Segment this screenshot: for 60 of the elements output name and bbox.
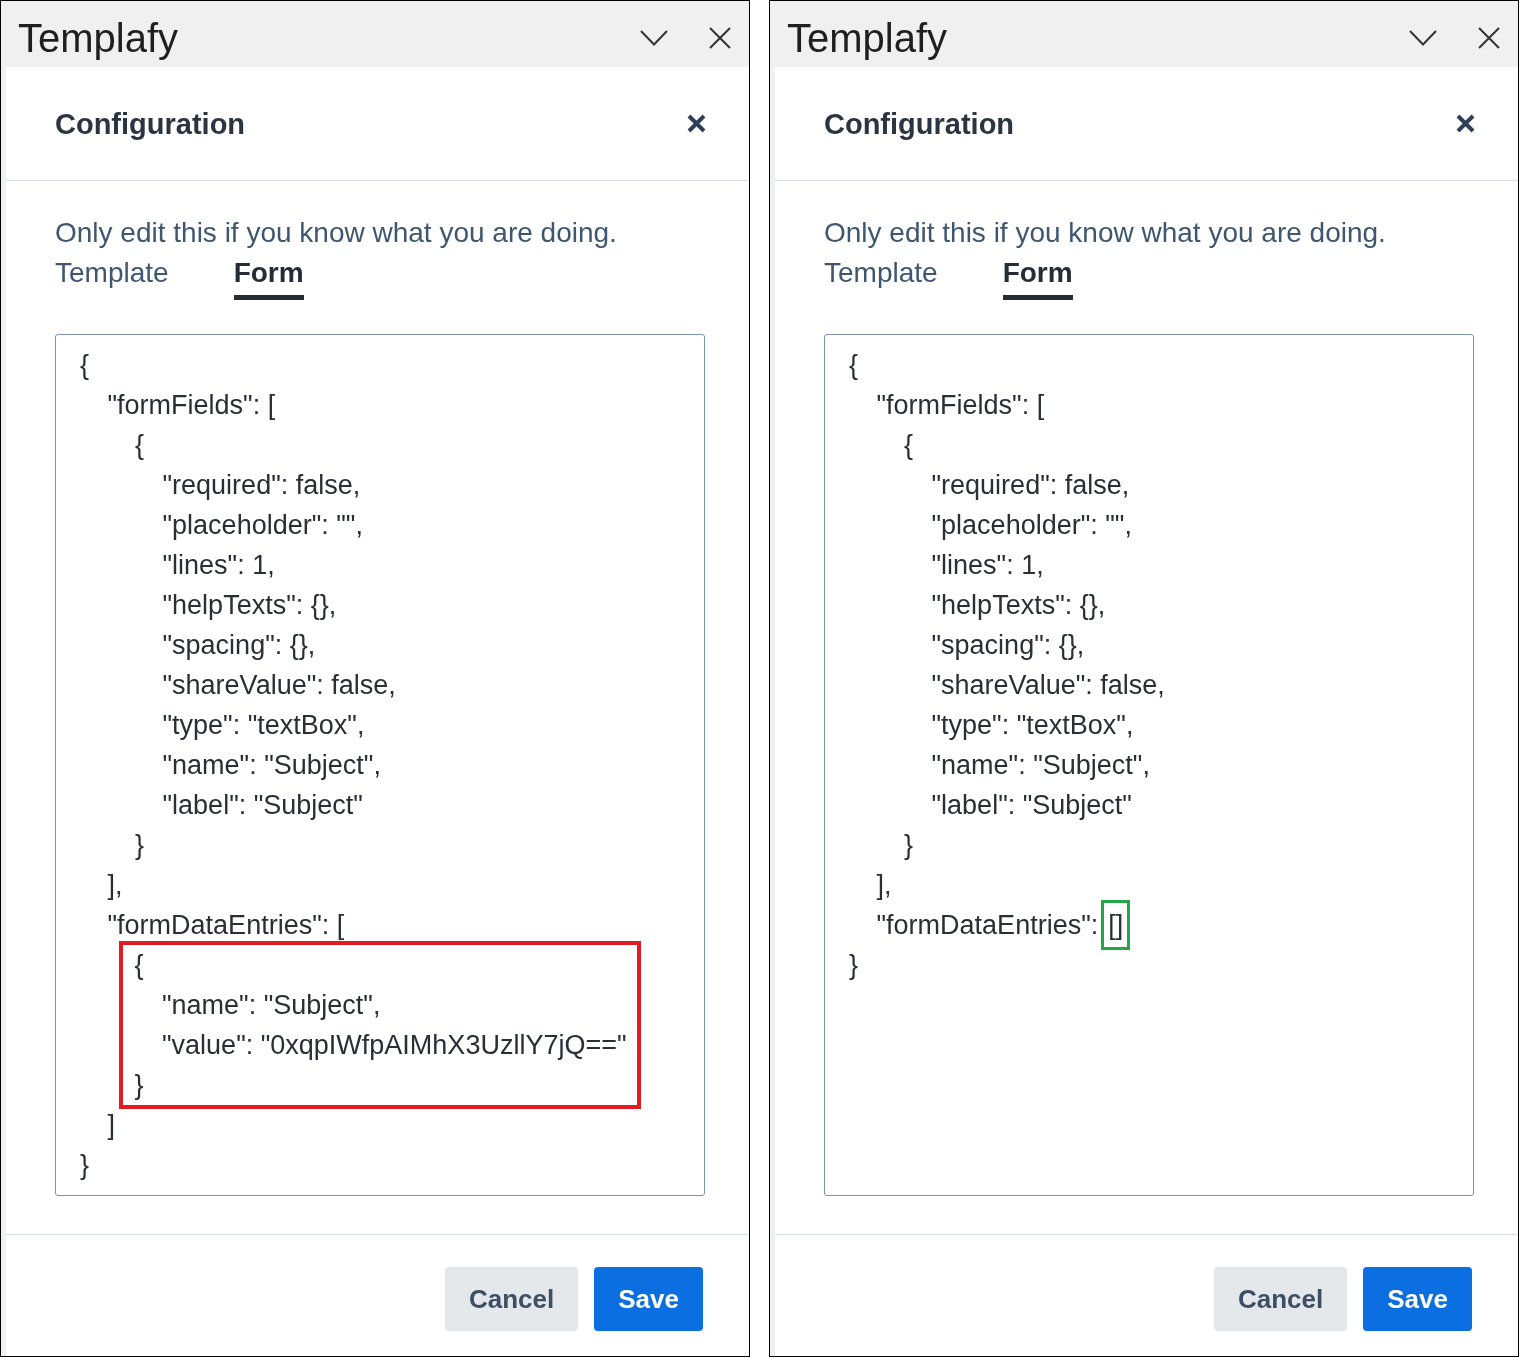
instruction-text: Only edit this if you know what you are doing. bbox=[824, 218, 1387, 248]
cancel-button[interactable]: Cancel bbox=[445, 1267, 579, 1331]
code-line: "label": "Subject" bbox=[162, 790, 363, 820]
code-line: { bbox=[849, 350, 859, 380]
close-icon[interactable] bbox=[1456, 114, 1475, 133]
code-line: "formFields": [ bbox=[876, 390, 1045, 420]
code-line: "name": "Subject", bbox=[931, 750, 1150, 780]
code-line: } bbox=[134, 1070, 144, 1100]
code-line: "spacing": {}, bbox=[162, 630, 316, 660]
code-line: { bbox=[904, 430, 914, 460]
save-button[interactable]: Save bbox=[594, 1267, 703, 1331]
app-title: Templafy bbox=[18, 15, 180, 62]
dialog-title: Configuration bbox=[55, 106, 246, 142]
code-line: ], bbox=[107, 870, 123, 900]
chevron-down-icon[interactable] bbox=[640, 30, 668, 46]
code-line: "placeholder": "", bbox=[931, 510, 1132, 540]
code-line: { bbox=[135, 430, 145, 460]
code-line: "formDataEntries": [ bbox=[107, 910, 345, 940]
code-line: "helpTexts": {}, bbox=[931, 590, 1106, 620]
instruction-text: Only edit this if you know what you are doing. bbox=[55, 218, 618, 248]
code-line: "label": "Subject" bbox=[931, 790, 1132, 820]
cancel-button[interactable]: Cancel bbox=[1214, 1267, 1348, 1331]
code-line: "formFields": [ bbox=[107, 390, 276, 420]
code-line: "name": "Subject", bbox=[162, 990, 381, 1020]
code-line: "type": "textBox", bbox=[931, 710, 1134, 740]
code-line: "lines": 1, bbox=[162, 550, 275, 580]
code-line: "required": false, bbox=[162, 470, 361, 500]
save-button[interactable]: Save bbox=[1363, 1267, 1472, 1331]
tab[interactable]: Form bbox=[1002, 258, 1073, 300]
code-line: "spacing": {}, bbox=[931, 630, 1085, 660]
chevron-down-icon[interactable] bbox=[1409, 30, 1437, 46]
code-line: } bbox=[135, 830, 145, 860]
code-line: { bbox=[134, 950, 144, 980]
code-line: "shareValue": false, bbox=[162, 670, 396, 700]
code-token: [] bbox=[1108, 910, 1124, 940]
code-editor[interactable] bbox=[824, 334, 1474, 1196]
code-line: "required": false, bbox=[931, 470, 1130, 500]
code-editor[interactable] bbox=[55, 334, 705, 1196]
code-line: "type": "textBox", bbox=[162, 710, 365, 740]
tab[interactable]: Form bbox=[233, 258, 304, 300]
close-icon[interactable] bbox=[1478, 27, 1500, 49]
tab[interactable]: Template bbox=[55, 258, 169, 300]
code-line: "name": "Subject", bbox=[162, 750, 381, 780]
code-line: "shareValue": false, bbox=[931, 670, 1165, 700]
tab[interactable]: Template bbox=[824, 258, 938, 300]
dialog-title: Configuration bbox=[824, 106, 1015, 142]
app-title: Templafy bbox=[787, 15, 949, 62]
code-line: { bbox=[80, 350, 90, 380]
code-line: "lines": 1, bbox=[931, 550, 1044, 580]
code-line: } bbox=[80, 1150, 90, 1180]
close-icon[interactable] bbox=[687, 114, 706, 133]
code-line: "value": "0xqpIWfpAIMhX3UzllY7jQ==" bbox=[162, 1030, 627, 1060]
close-icon[interactable] bbox=[709, 27, 731, 49]
code-line: "placeholder": "", bbox=[162, 510, 363, 540]
code-line: "formDataEntries": bbox=[876, 910, 1099, 940]
code-line: } bbox=[849, 950, 859, 980]
code-line: } bbox=[904, 830, 914, 860]
code-line: "helpTexts": {}, bbox=[162, 590, 337, 620]
code-line: ] bbox=[107, 1110, 115, 1140]
code-line: ], bbox=[876, 870, 892, 900]
